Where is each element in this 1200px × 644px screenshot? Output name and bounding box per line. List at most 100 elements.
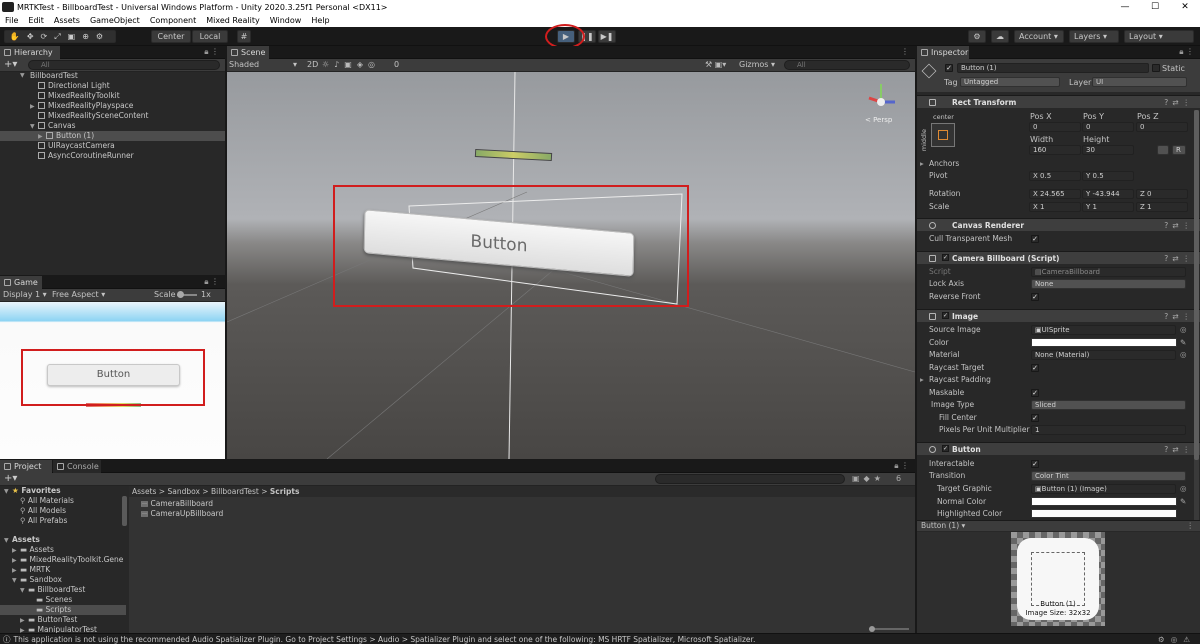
component-tools-icons[interactable]: ?⇄⋮: [1164, 96, 1194, 109]
folder-item[interactable]: ▶ ▬ MixedRealityToolkit.Gene: [0, 555, 126, 565]
lock-icon[interactable]: 🔒︎ ⋮: [1179, 47, 1194, 57]
tab-inspector[interactable]: Inspector: [917, 46, 969, 59]
tab-game[interactable]: Game: [0, 276, 42, 289]
rotation-y-field[interactable]: Y -43.944: [1082, 189, 1134, 199]
filter-icons[interactable]: ▣◆★: [852, 473, 885, 485]
orientation-gizmo[interactable]: < Persp: [863, 78, 903, 126]
pivot-local-button[interactable]: Local: [192, 30, 228, 43]
add-icon[interactable]: +▾: [4, 473, 17, 485]
billboard-enabled-checkbox[interactable]: ✓: [942, 254, 949, 261]
tab-scene[interactable]: Scene: [227, 46, 269, 59]
menu-mixed-reality[interactable]: Mixed Reality: [201, 16, 265, 25]
status-icons[interactable]: ⚙◎⚠: [1158, 634, 1196, 644]
breadcrumb-item[interactable]: Assets: [132, 487, 156, 496]
scale-slider-handle[interactable]: [177, 291, 184, 298]
color-swatch[interactable]: [1031, 338, 1177, 347]
breadcrumb-item[interactable]: Sandbox: [167, 487, 199, 496]
lock-axis-dropdown[interactable]: None: [1031, 279, 1186, 289]
maximize-button[interactable]: ☐: [1140, 0, 1170, 14]
rotation-x-field[interactable]: X 24.565: [1029, 189, 1081, 199]
scale-z-field[interactable]: Z 1: [1136, 202, 1188, 212]
component-tools-icons[interactable]: ?⇄⋮: [1164, 252, 1194, 265]
file-item[interactable]: ▤ CameraBillboard: [129, 499, 915, 509]
preview-header[interactable]: Button (1) ▾ ⋮: [917, 520, 1200, 531]
persp-label[interactable]: < Persp: [865, 116, 892, 124]
tree-item[interactable]: ▶ MixedRealityPlayspace: [0, 101, 225, 111]
posy-field[interactable]: 0: [1082, 122, 1134, 132]
scene-view-toggles[interactable]: ☼♪▣◈◎: [322, 59, 380, 71]
normal-color-swatch[interactable]: [1031, 497, 1177, 506]
raw-edit-button[interactable]: R: [1172, 145, 1186, 155]
folder-item[interactable]: ▬ Scenes: [0, 595, 126, 605]
shading-dropdown[interactable]: Shaded ▾: [229, 59, 299, 71]
lock-icon[interactable]: 🔒︎ ⋮: [204, 277, 219, 287]
camera-billboard-header[interactable]: ✓ Camera Billboard (Script) ?⇄⋮: [917, 251, 1200, 264]
menu-help[interactable]: Help: [306, 16, 334, 25]
display-dropdown[interactable]: Display 1 ▾: [3, 289, 47, 301]
blueprint-button[interactable]: [1157, 145, 1169, 155]
inspector-scrollbar[interactable]: [1194, 110, 1199, 520]
ppu-field[interactable]: 1: [1031, 425, 1186, 435]
scene-viewport[interactable]: Button < Persp: [227, 72, 915, 459]
gizmos-dropdown[interactable]: Gizmos ▾: [739, 59, 775, 71]
preview-menu-icon[interactable]: ⋮: [1187, 521, 1195, 531]
account-dropdown[interactable]: Account ▾: [1014, 30, 1064, 43]
folder-item[interactable]: ▼ ▬ BillboardTest: [0, 585, 126, 595]
scale-y-field[interactable]: Y 1: [1082, 202, 1134, 212]
inspector-scroll-thumb[interactable]: [1194, 110, 1199, 460]
pivot-x-field[interactable]: X 0.5: [1029, 171, 1081, 181]
source-image-field[interactable]: ▣UISprite: [1031, 325, 1176, 335]
image-type-dropdown[interactable]: Sliced: [1031, 400, 1186, 410]
tab-hierarchy[interactable]: Hierarchy: [0, 46, 60, 59]
interactable-checkbox[interactable]: ✓: [1031, 460, 1039, 468]
tree-item-scene[interactable]: ▼ BillboardTest: [0, 71, 225, 81]
anchor-preset-button[interactable]: [931, 123, 955, 147]
fill-center-checkbox[interactable]: ✓: [1031, 414, 1039, 422]
favorites-item[interactable]: ▼ ★ Favorites: [0, 486, 126, 496]
folder-item[interactable]: ▶ ▬ MRTK: [0, 565, 126, 575]
anchors-row[interactable]: ▸ Anchors: [917, 158, 1200, 170]
canvas-renderer-header[interactable]: Canvas Renderer ?⇄⋮: [917, 218, 1200, 231]
raycast-target-checkbox[interactable]: ✓: [1031, 364, 1039, 372]
folder-item[interactable]: ▼ ▬ Sandbox: [0, 575, 126, 585]
tree-item[interactable]: UIRaycastCamera: [0, 141, 225, 151]
eyedropper-icon[interactable]: ✎: [1180, 337, 1186, 349]
folder-item[interactable]: ▶ ▬ Assets: [0, 545, 126, 555]
menu-component[interactable]: Component: [145, 16, 201, 25]
status-bar[interactable]: ⓘ This application is not using the recom…: [0, 633, 1200, 644]
button-enabled-checkbox[interactable]: ✓: [942, 445, 949, 452]
services-icon[interactable]: ⚙: [968, 30, 986, 43]
posx-field[interactable]: 0: [1029, 122, 1081, 132]
cloud-icon[interactable]: ☁: [991, 30, 1009, 43]
hierarchy-search-input[interactable]: All: [28, 60, 220, 70]
2d-toggle[interactable]: 2D: [307, 59, 318, 71]
favorite-item[interactable]: ⚲ All Materials: [0, 496, 126, 506]
tab-project[interactable]: Project: [0, 460, 52, 473]
tree-item[interactable]: ▼ Canvas: [0, 121, 225, 131]
menu-assets[interactable]: Assets: [49, 16, 85, 25]
rect-transform-header[interactable]: Rect Transform ?⇄⋮: [917, 95, 1200, 108]
step-button[interactable]: ▶❚: [598, 30, 616, 43]
minimize-button[interactable]: —: [1110, 0, 1140, 14]
height-field[interactable]: 30: [1082, 145, 1134, 155]
layout-dropdown[interactable]: Layout ▾: [1124, 30, 1194, 43]
image-enabled-checkbox[interactable]: ✓: [942, 312, 949, 319]
tree-item[interactable]: MixedRealitySceneContent: [0, 111, 225, 121]
eyedropper-icon[interactable]: ✎: [1180, 496, 1186, 508]
grid-snap-icon[interactable]: #: [237, 30, 251, 43]
tree-item[interactable]: Directional Light: [0, 81, 225, 91]
lock-icon[interactable]: 🔒︎ ⋮: [204, 47, 219, 57]
folder-item-selected[interactable]: ▬ Scripts: [0, 605, 126, 615]
close-button[interactable]: ✕: [1170, 0, 1200, 14]
object-picker-icon[interactable]: ◎: [1180, 349, 1187, 361]
tools-icon[interactable]: ⚒ ▣▾: [705, 59, 726, 71]
favorite-item[interactable]: ⚲ All Prefabs: [0, 516, 126, 526]
pivot-center-button[interactable]: Center: [151, 30, 191, 43]
button-header[interactable]: ✓ Button ?⇄⋮: [917, 442, 1200, 455]
static-checkbox[interactable]: [1152, 64, 1160, 72]
cull-checkbox[interactable]: ✓: [1031, 235, 1039, 243]
icon-size-handle[interactable]: [869, 626, 875, 632]
image-header[interactable]: ✓ Image ?⇄⋮: [917, 309, 1200, 322]
object-name-field[interactable]: Button (1): [957, 63, 1149, 73]
file-item[interactable]: ▤ CameraUpBillboard: [129, 509, 915, 519]
